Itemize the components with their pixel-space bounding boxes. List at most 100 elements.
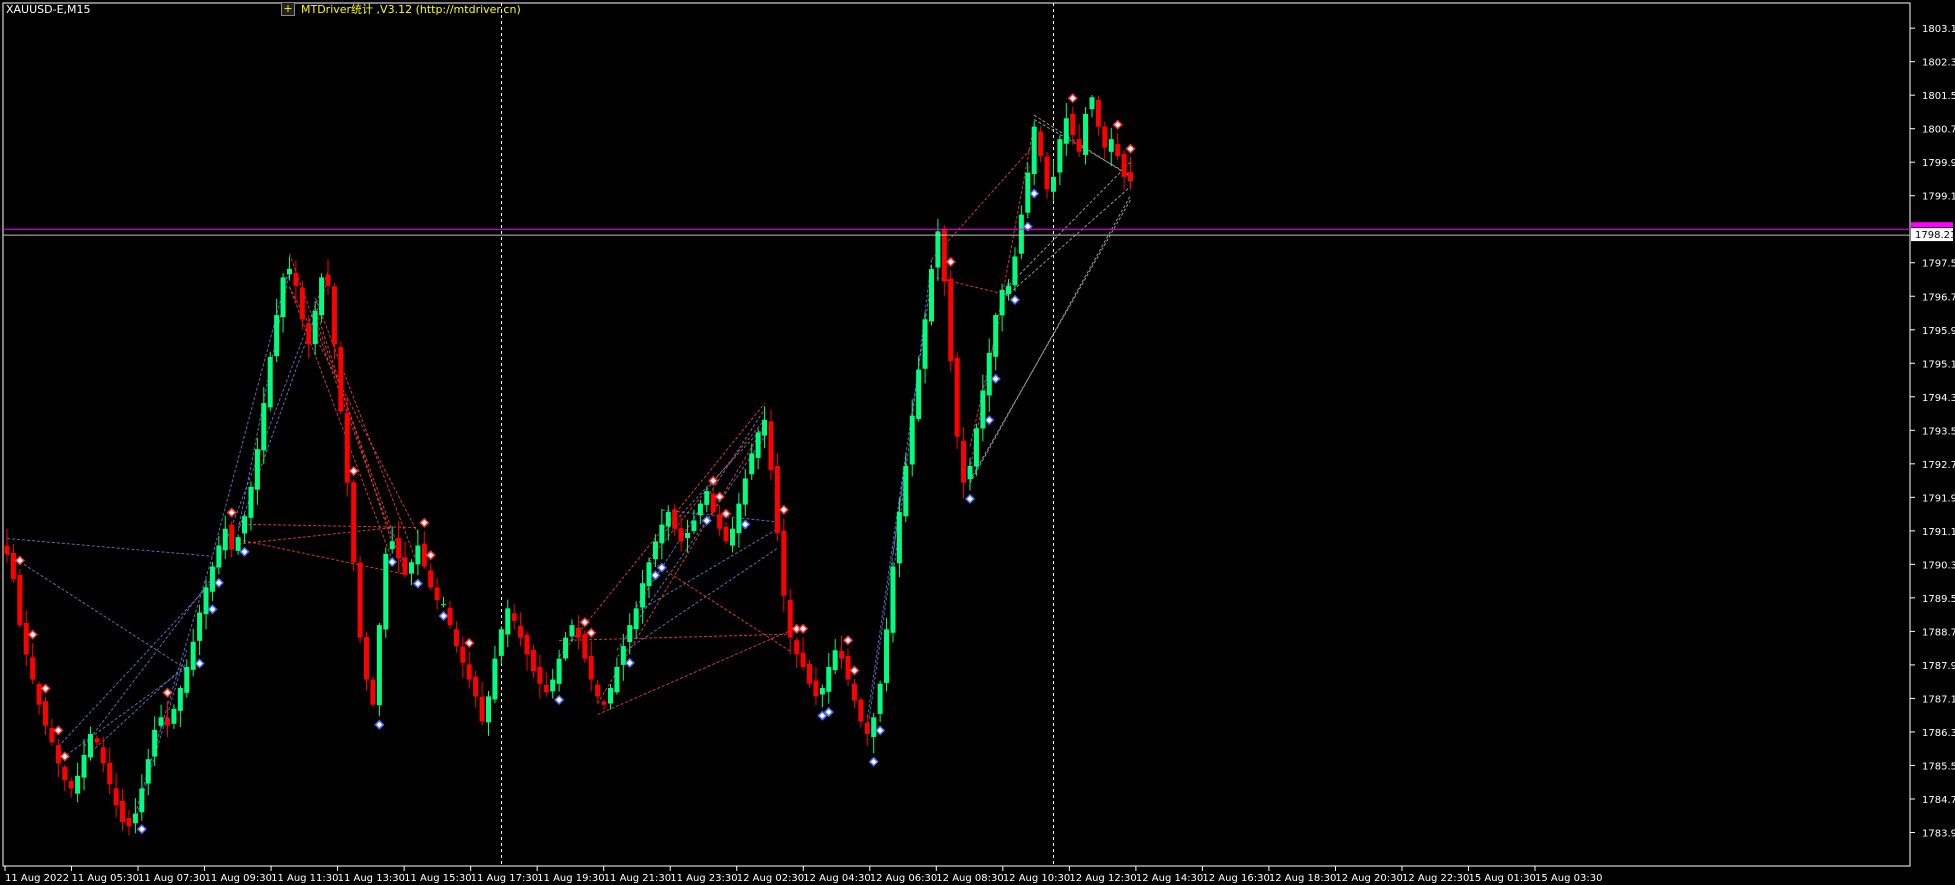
candle-bull <box>729 528 735 546</box>
candle-bear <box>100 747 106 764</box>
stat-dashed-line <box>616 436 765 651</box>
x-tick-label: 11 Aug 19:30 <box>537 873 604 884</box>
candle-bull <box>916 369 922 419</box>
y-tick-label: 1788.75 <box>1922 627 1955 638</box>
signal-marker <box>1112 119 1123 130</box>
candle-bull <box>190 641 196 670</box>
y-tick-label: 1790.35 <box>1922 560 1955 571</box>
candle-bull <box>222 528 228 551</box>
candle-bull <box>274 315 280 357</box>
candle-bull <box>498 629 504 656</box>
candle-bull <box>986 352 992 396</box>
candle-bear <box>325 274 331 286</box>
candle-bear <box>357 562 363 638</box>
candle-bear <box>473 676 479 697</box>
signal-marker <box>1029 188 1040 199</box>
candle-bull <box>614 667 620 693</box>
candle-bear <box>595 684 601 697</box>
y-tick-label: 1787.15 <box>1922 694 1955 705</box>
candle-bull <box>376 625 382 706</box>
candle-bull <box>383 553 389 630</box>
candle-bear <box>331 286 337 345</box>
candle-bull <box>973 428 979 467</box>
candle-bear <box>94 738 100 743</box>
y-tick-label: 1802.35 <box>1922 58 1955 69</box>
indicator-label-group: + MTDriver统计 ,V3.12 (http://mtdriver.cn) <box>281 1 521 17</box>
candle-bear <box>1102 126 1108 148</box>
signal-marker <box>419 517 430 528</box>
candle-bull <box>280 277 286 317</box>
candle-bull <box>1089 97 1095 110</box>
signal-marker <box>226 507 237 518</box>
candle-bull <box>993 315 999 357</box>
x-tick-label: 11 Aug 11:30 <box>271 873 338 884</box>
y-tick-label: 1795.95 <box>1922 326 1955 337</box>
price-chart[interactable]: 1803.15 1802.35 1801.55 1800.75 1799.95 1799.… <box>0 0 1955 885</box>
stat-dashed-line <box>931 144 1035 261</box>
x-tick-label: 12 Aug 16:30 <box>1202 873 1269 884</box>
candle-bull <box>967 465 973 480</box>
candle-bear <box>961 440 967 483</box>
candle-bull <box>235 537 241 551</box>
candle-bull <box>563 637 569 659</box>
signal-marker <box>425 550 436 561</box>
candle-bull <box>408 562 414 574</box>
candle-bull <box>697 503 703 516</box>
signal-marker <box>875 725 886 736</box>
candle-bull <box>1031 126 1037 175</box>
candle-bear <box>4 545 10 554</box>
candle-bull <box>999 289 1005 316</box>
candle-bear <box>351 482 357 563</box>
stat-dashed-line <box>314 317 406 567</box>
x-tick-label: 11 Aug 07:30 <box>138 873 205 884</box>
y-tick-label: 1794.35 <box>1922 393 1955 404</box>
signal-marker <box>1009 294 1021 305</box>
candle-bull <box>197 612 203 641</box>
bid-price-tag <box>1911 222 1953 228</box>
candle-bull <box>640 583 646 608</box>
candle-bear <box>723 526 729 542</box>
y-tick-label: 1800.75 <box>1922 125 1955 136</box>
candle-bear <box>338 347 344 412</box>
candle-bear <box>428 570 434 588</box>
candle-bear <box>800 652 806 668</box>
stat-dashed-line <box>57 581 213 747</box>
y-tick-label: 1795.15 <box>1922 359 1955 370</box>
y-tick-label: 1789.55 <box>1922 594 1955 605</box>
stat-dashed-line <box>289 286 393 561</box>
signal-marker <box>849 665 860 676</box>
candle-bear <box>954 357 960 437</box>
candle-bull <box>158 717 164 726</box>
candle-bull <box>209 566 215 592</box>
candle-bull <box>415 545 421 565</box>
candle-bull <box>819 687 825 695</box>
signal-marker <box>798 623 809 634</box>
signal-marker <box>714 491 725 502</box>
candle-bear <box>447 607 453 626</box>
candle-bull <box>1018 214 1024 254</box>
candle-bear <box>364 636 370 680</box>
candle-bear <box>165 717 170 726</box>
candle-bull <box>742 478 748 505</box>
candle-bear <box>466 664 472 680</box>
candle-bear <box>55 745 61 764</box>
candle-bear <box>126 817 132 827</box>
candle-bear <box>107 762 113 785</box>
x-tick-label: 11 Aug 05:30 <box>72 873 139 884</box>
candle-bear <box>807 663 812 684</box>
x-tick-label: 12 Aug 06:30 <box>870 873 937 884</box>
plus-icon[interactable]: + <box>281 2 295 16</box>
candle-bear <box>948 278 954 362</box>
y-tick-label: 1799.15 <box>1922 192 1955 203</box>
chart-symbol-label: XAUUSD-E,M15 <box>6 3 91 16</box>
candle-bear <box>460 646 466 663</box>
candle-bear <box>1038 131 1044 156</box>
signal-marker <box>964 493 976 504</box>
signal-marker <box>464 637 475 649</box>
candle-bear <box>402 557 408 575</box>
candle-bear <box>543 684 549 693</box>
candle-bear <box>370 679 376 705</box>
x-tick-label: 11 Aug 17:30 <box>471 873 538 884</box>
candle-bull <box>1108 139 1114 152</box>
candle-bull <box>633 608 639 629</box>
